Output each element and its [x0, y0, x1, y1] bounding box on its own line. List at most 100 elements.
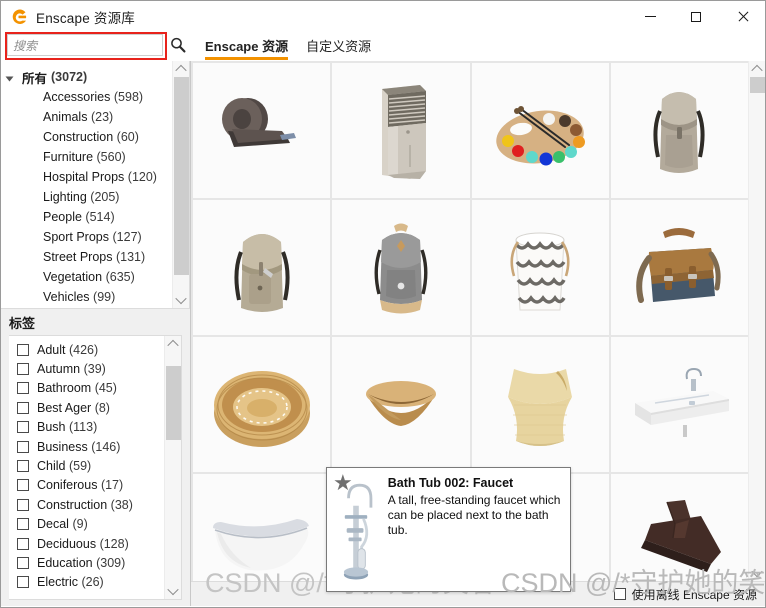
- tag-checkbox[interactable]: [17, 537, 29, 550]
- tag-checkbox[interactable]: [17, 363, 29, 376]
- tag-count: (38): [110, 497, 133, 512]
- tag-item-bush[interactable]: Bush (113): [9, 418, 164, 437]
- tag-item-education[interactable]: Education (309): [9, 553, 164, 572]
- tag-item-business[interactable]: Business (146): [9, 437, 164, 456]
- scroll-up-arrow-icon[interactable]: [165, 336, 182, 352]
- asset-cell-tape-dispenser[interactable]: [193, 63, 331, 198]
- tree-item-vehicles[interactable]: Vehicles (99): [1, 287, 172, 307]
- scrollbar-track[interactable]: [165, 352, 182, 583]
- tag-checkbox[interactable]: [17, 556, 29, 569]
- asset-grid-scrollbar[interactable]: [748, 61, 766, 582]
- offline-assets-checkbox[interactable]: [613, 588, 626, 601]
- asset-cell-backpack-beige[interactable]: [193, 200, 331, 335]
- tag-item-construction[interactable]: Construction (38): [9, 495, 164, 514]
- window-controls: [627, 1, 765, 32]
- tag-item-best-ager[interactable]: Best Ager (8): [9, 398, 164, 417]
- asset-cell-backpack-charcoal[interactable]: [332, 200, 470, 335]
- tag-item-child[interactable]: Child (59): [9, 456, 164, 475]
- scroll-down-arrow-icon[interactable]: [173, 292, 190, 308]
- tag-checkbox[interactable]: [17, 576, 29, 589]
- asset-cell-fabric-basket[interactable]: [471, 337, 609, 472]
- scrollbar-track[interactable]: [749, 77, 766, 565]
- air-cooler-icon: [381, 84, 426, 179]
- tree-item-people[interactable]: People (514): [1, 207, 172, 227]
- tree-item-accessories[interactable]: Accessories (598): [1, 87, 172, 107]
- asset-cell-wooden-bowl[interactable]: [332, 337, 470, 472]
- tree-item-count: (120): [127, 170, 157, 184]
- search-area: 搜索: [1, 32, 191, 61]
- tag-checkbox[interactable]: [17, 479, 29, 492]
- tags-panel: Adult (426) Autumn (39) Bathroom (45) Be…: [9, 335, 182, 600]
- tag-item-decal[interactable]: Decal (9): [9, 515, 164, 534]
- tag-label: Autumn: [37, 362, 81, 377]
- scrollbar-thumb[interactable]: [165, 366, 181, 440]
- tree-item-construction[interactable]: Construction (60): [1, 127, 172, 147]
- tag-item-coniferous[interactable]: Coniferous (17): [9, 476, 164, 495]
- category-tree: 所有 (3072) Accessories (598) Animals (23)…: [1, 61, 172, 308]
- tree-item-street-props[interactable]: Street Props (131): [1, 247, 172, 267]
- tab-enscape-assets[interactable]: Enscape 资源: [205, 36, 289, 60]
- tree-item-label: Hospital Props: [43, 170, 125, 184]
- tag-item-electric[interactable]: Electric (26): [9, 573, 164, 592]
- close-button[interactable]: [719, 1, 765, 32]
- tag-count: (26): [81, 575, 104, 590]
- chevron-expanded-icon[interactable]: [7, 72, 17, 82]
- tooltip-text: Bath Tub 002: Faucet A tall, free-standi…: [386, 468, 570, 591]
- search-icon[interactable]: [169, 36, 187, 54]
- tag-checkbox[interactable]: [17, 421, 29, 434]
- tooltip-preview: ★: [327, 468, 386, 591]
- asset-cell-satchel-bag[interactable]: [610, 200, 748, 335]
- tag-item-deciduous[interactable]: Deciduous (128): [9, 534, 164, 553]
- tag-label: Best Ager: [37, 400, 92, 415]
- tree-item-hospital-props[interactable]: Hospital Props (120): [1, 167, 172, 187]
- tree-item-label: Street Props: [43, 250, 113, 264]
- asset-cell-bath-tub[interactable]: [193, 474, 331, 582]
- asset-cell-wash-basin[interactable]: [610, 337, 748, 472]
- tooltip-title: Bath Tub 002: Faucet: [387, 476, 514, 490]
- asset-cell-floor-squeegee[interactable]: [610, 474, 748, 582]
- tag-checkbox[interactable]: [17, 460, 29, 473]
- tag-checkbox[interactable]: [17, 401, 29, 414]
- scroll-up-arrow-icon[interactable]: [173, 61, 190, 77]
- tree-item-furniture[interactable]: Furniture (560): [1, 147, 172, 167]
- scroll-up-arrow-icon[interactable]: [749, 61, 766, 77]
- tag-checkbox[interactable]: [17, 343, 29, 356]
- tag-checkbox[interactable]: [17, 440, 29, 453]
- wooden-bowl-icon: [365, 380, 436, 426]
- tags-scrollbar[interactable]: [164, 336, 181, 599]
- asset-content-panel: ★ Bath Tub 002: Faucet A tall, free-stan…: [191, 61, 765, 606]
- scroll-down-arrow-icon[interactable]: [165, 583, 182, 599]
- tree-item-all[interactable]: 所有 (3072): [1, 67, 172, 87]
- category-tree-scrollbar[interactable]: [172, 61, 189, 308]
- tag-checkbox[interactable]: [17, 518, 29, 531]
- tag-item-autumn[interactable]: Autumn (39): [9, 359, 164, 378]
- scrollbar-track[interactable]: [173, 77, 190, 292]
- tree-item-label: Vegetation: [43, 270, 103, 284]
- asset-cell-laundry-basket[interactable]: [471, 200, 609, 335]
- tree-item-label: Furniture: [43, 150, 94, 164]
- asset-cell-air-cooler[interactable]: [332, 63, 470, 198]
- maximize-button[interactable]: [673, 1, 719, 32]
- tag-item-adult[interactable]: Adult (426): [9, 340, 164, 359]
- asset-cell-wicker-basket[interactable]: [193, 337, 331, 472]
- search-input[interactable]: 搜索: [7, 34, 163, 56]
- tag-checkbox[interactable]: [17, 382, 29, 395]
- scrollbar-thumb[interactable]: [173, 77, 189, 275]
- tag-item-bathroom[interactable]: Bathroom (45): [9, 379, 164, 398]
- star-icon[interactable]: ★: [333, 472, 353, 494]
- tab-custom-assets[interactable]: 自定义资源: [306, 36, 371, 60]
- tree-item-sport-props[interactable]: Sport Props (127): [1, 227, 172, 247]
- wash-basin-icon: [635, 367, 730, 437]
- scrollbar-thumb[interactable]: [749, 77, 765, 93]
- category-tree-panel: 所有 (3072) Accessories (598) Animals (23)…: [1, 61, 190, 309]
- tag-checkbox[interactable]: [17, 498, 29, 511]
- tag-label: Education: [37, 555, 93, 570]
- asset-cell-backpack-gray[interactable]: [610, 63, 748, 198]
- scroll-down-arrow-icon[interactable]: [749, 565, 766, 581]
- tree-item-vegetation[interactable]: Vegetation (635): [1, 267, 172, 287]
- tree-item-animals[interactable]: Animals (23): [1, 107, 172, 127]
- minimize-button[interactable]: [627, 1, 673, 32]
- tree-item-lighting[interactable]: Lighting (205): [1, 187, 172, 207]
- asset-cell-paint-palette[interactable]: [471, 63, 609, 198]
- backpack-gray-icon: [653, 91, 705, 173]
